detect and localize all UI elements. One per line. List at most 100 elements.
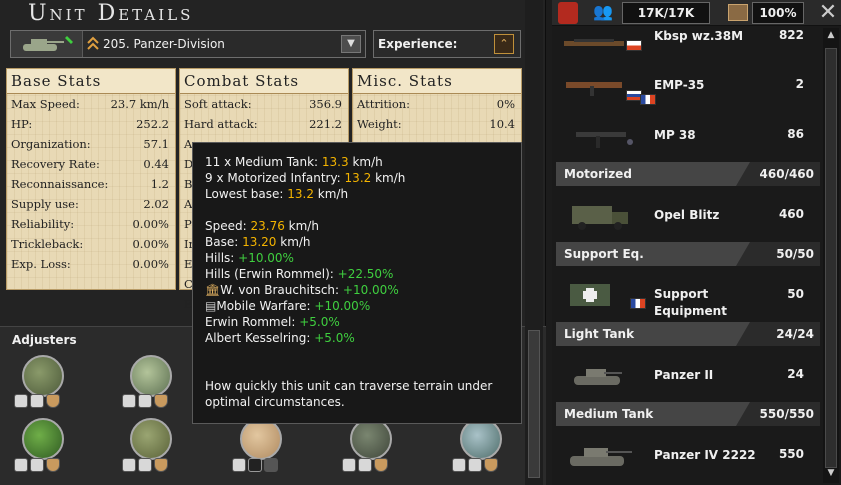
stat-label: Organization: <box>11 137 91 151</box>
ministry-icon: 🏛 <box>205 283 221 297</box>
terrain-desert-icon[interactable] <box>240 418 282 460</box>
stat-label: Recovery Rate: <box>11 157 100 171</box>
doctrine-icon: ▤ <box>205 299 217 313</box>
scrollbar-thumb[interactable] <box>528 330 540 478</box>
category-light-tank[interactable]: Light Tank 24/24 <box>556 322 820 346</box>
category-name: Light Tank <box>564 327 635 341</box>
equipment-scrollbar[interactable]: ▲ ▼ <box>823 28 839 483</box>
attack-icon <box>138 458 152 472</box>
stat-label: Attrition: <box>357 97 411 111</box>
category-support[interactable]: Support Eq. 50/50 <box>556 242 820 266</box>
terrain-modifier-icons <box>122 394 170 410</box>
tooltip-line: Speed: 23.76 km/h <box>205 219 319 233</box>
smg-icon <box>576 132 633 148</box>
equipment-row[interactable]: EMP-35 2 <box>556 60 820 110</box>
stat-value: 356.9 <box>309 97 342 111</box>
boot-icon <box>232 458 246 472</box>
stat-row: HP: 252.2 <box>7 114 175 134</box>
terrain-plains-icon[interactable] <box>22 355 64 397</box>
stat-row: Max Speed: 23.7 km/h <box>7 94 175 114</box>
stat-value: 1.2 <box>150 177 169 191</box>
category-medium-tank[interactable]: Medium Tank 550/550 <box>556 402 820 426</box>
manpower-count: 17K/17K <box>622 2 710 24</box>
division-dropdown-button[interactable]: ▼ <box>341 35 361 53</box>
attack-icon <box>358 458 372 472</box>
equipment-row[interactable]: MP 38 86 <box>556 110 820 160</box>
attack-icon <box>468 458 482 472</box>
tooltip-description: optimal circumstances. <box>205 395 345 409</box>
stat-row: Reconnaissance: 1.2 <box>7 174 175 194</box>
experience-rank-icon[interactable]: ⌃ <box>494 34 514 54</box>
category-count: 50/50 <box>776 247 814 261</box>
division-selector[interactable]: 205. Panzer-Division ▼ <box>10 30 366 58</box>
stat-value: 0.44 <box>143 157 169 171</box>
stat-label: Hard attack: <box>184 117 258 131</box>
support-crate-icon <box>570 284 610 306</box>
scroll-down-icon[interactable]: ▼ <box>825 468 837 480</box>
stat-label: Weight: <box>357 117 402 131</box>
boot-icon <box>122 458 136 472</box>
equipment-count: 822 <box>778 28 804 42</box>
stat-value: 221.2 <box>309 117 342 131</box>
stat-row: Organization: 57.1 <box>7 134 175 154</box>
terrain-marsh-icon[interactable] <box>130 418 172 460</box>
resource-bar: 👥 17K/17K 100% ✕ <box>552 0 841 26</box>
boot-icon <box>14 394 28 408</box>
tooltip-line: Base: 13.20 km/h <box>205 235 311 249</box>
equipment-name: MP 38 <box>654 128 696 142</box>
equipment-row[interactable]: Support Equipment 50 <box>556 270 820 320</box>
category-motorized[interactable]: Motorized 460/460 <box>556 162 820 186</box>
left-scrollbar[interactable] <box>525 0 543 485</box>
category-name: Support Eq. <box>564 247 644 261</box>
terrain-modifier-icons <box>452 458 500 474</box>
attack-icon <box>248 458 262 472</box>
tooltip-line: Hills (Erwin Rommel): +22.50% <box>205 267 394 281</box>
equipment-count: 460 <box>778 207 804 221</box>
defense-icon <box>484 458 498 472</box>
equipment-row[interactable]: Panzer IV 2222 550 <box>556 430 820 480</box>
experience-bar: Experience: ⌃ <box>373 30 521 58</box>
terrain-hills-icon[interactable] <box>130 355 172 397</box>
defense-icon <box>154 458 168 472</box>
stat-row: Exp. Loss: 0.00% <box>7 254 175 274</box>
stat-row: Hard attack: 221.2 <box>180 114 348 134</box>
defense-icon <box>46 458 60 472</box>
equipment-count: 24 <box>787 367 804 381</box>
defense-icon <box>154 394 168 408</box>
defense-icon <box>264 458 278 472</box>
boot-icon <box>122 394 136 408</box>
stat-row: Trickleback: 0.00% <box>7 234 175 254</box>
stat-row: Attrition: 0% <box>353 94 521 114</box>
equipment-count: 50 <box>787 287 804 301</box>
terrain-mountain-icon[interactable] <box>350 418 392 460</box>
equipment-panel: 👥 17K/17K 100% ✕ Kbsp wz.38M 822 EMP-35 … <box>552 0 841 485</box>
terrain-modifier-icons <box>342 458 390 474</box>
attack-icon <box>138 394 152 408</box>
equipment-row[interactable]: Opel Blitz 460 <box>556 190 820 240</box>
speed-tooltip: 11 x Medium Tank: 13.3 km/h 9 x Motorize… <box>192 142 522 424</box>
attack-icon <box>30 394 44 408</box>
stat-value: 252.2 <box>136 117 169 131</box>
equipment-count: 86 <box>787 127 804 141</box>
stat-value: 2.02 <box>143 197 169 211</box>
manpower-icon: 👥 <box>593 2 613 21</box>
equipment-name: Panzer II <box>654 368 714 382</box>
light-tank-icon <box>574 369 622 385</box>
terrain-forest-icon[interactable] <box>22 418 64 460</box>
stat-label: Trickleback: <box>11 237 84 251</box>
equipment-row[interactable]: Panzer II 24 <box>556 350 820 400</box>
boot-icon <box>14 458 28 472</box>
terrain-river-icon[interactable] <box>460 418 502 460</box>
tooltip-line: 🏛W. von Brauchitsch: +10.00% <box>205 283 399 297</box>
trash-icon[interactable] <box>558 2 578 24</box>
category-count: 24/24 <box>776 327 814 341</box>
stat-value: 0.00% <box>132 237 169 251</box>
scroll-up-icon[interactable]: ▲ <box>825 30 837 42</box>
medium-tank-icon <box>570 448 632 466</box>
equipment-row[interactable]: Kbsp wz.38M 822 <box>556 28 820 56</box>
stat-label[interactable]: Max Speed: <box>11 97 80 111</box>
scrollbar-thumb[interactable] <box>825 48 837 468</box>
close-icon[interactable]: ✕ <box>817 0 839 25</box>
category-name: Medium Tank <box>564 407 654 421</box>
category-name: Motorized <box>564 167 632 181</box>
